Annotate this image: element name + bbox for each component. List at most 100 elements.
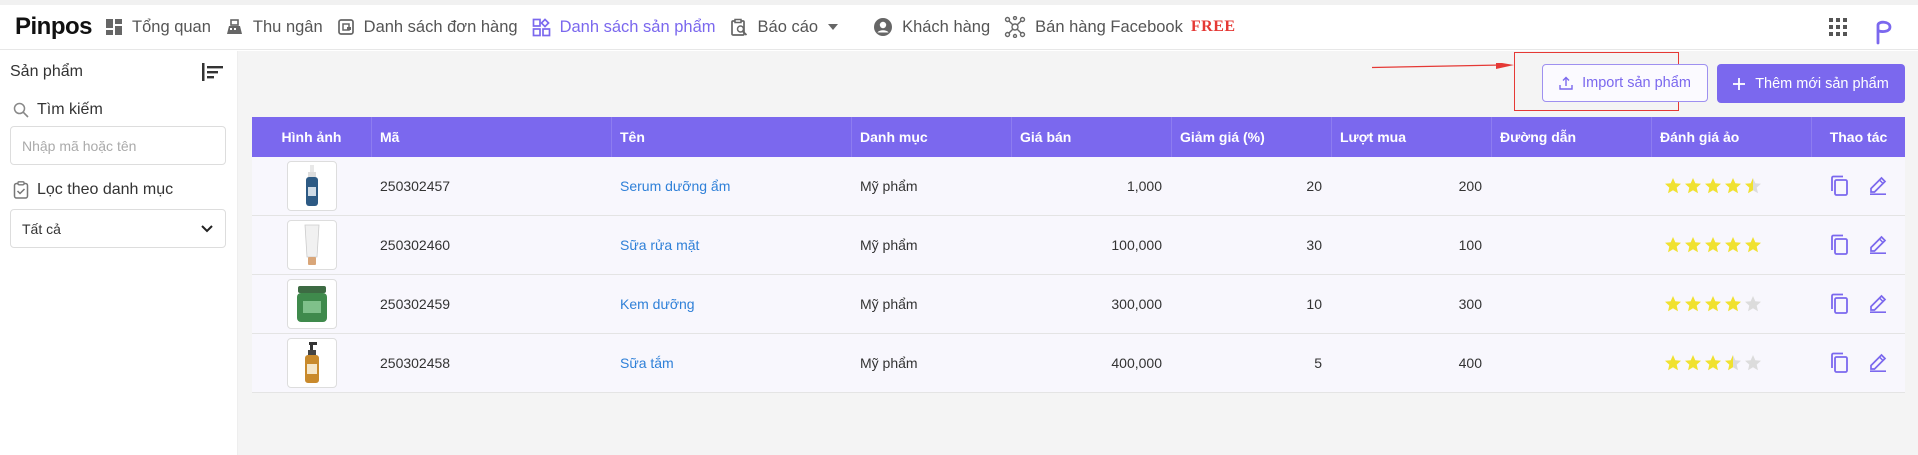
apps-grid-icon[interactable] <box>1829 18 1847 36</box>
edit-icon[interactable] <box>1868 293 1888 313</box>
top-navbar: Pinpos Tổng quan Thu ngân Danh sách đơn … <box>0 0 1918 50</box>
app-logo[interactable]: Pinpos <box>15 13 93 41</box>
nav-item-products[interactable]: Danh sách sản phẩm <box>532 18 716 37</box>
search-input[interactable] <box>10 126 226 165</box>
free-badge: FREE <box>1190 18 1236 35</box>
nav-label: Báo cáo <box>757 17 819 36</box>
product-thumbnail[interactable] <box>287 220 337 270</box>
report-icon <box>730 18 747 36</box>
products-icon <box>532 17 550 36</box>
column-header-link: Đường dẫn <box>1492 117 1652 157</box>
star-icon <box>1665 237 1681 253</box>
product-rating <box>1652 157 1812 215</box>
star-icon <box>1725 178 1741 194</box>
product-image-cell <box>252 334 372 392</box>
nav-label: Khách hàng <box>902 17 991 36</box>
product-link[interactable] <box>1492 216 1652 274</box>
star-icon <box>1745 178 1761 194</box>
product-rating <box>1652 275 1812 333</box>
column-header-code: Mã <box>372 117 612 157</box>
network-icon <box>1004 16 1026 38</box>
product-discount: 30 <box>1306 237 1322 253</box>
product-thumbnail[interactable] <box>287 279 337 329</box>
product-discount: 20 <box>1306 178 1322 194</box>
star-icon <box>1705 178 1721 194</box>
edit-icon[interactable] <box>1868 234 1888 254</box>
product-image-cell <box>252 157 372 215</box>
nav-item-cashier[interactable]: Thu ngân <box>225 18 323 37</box>
rating-stars[interactable] <box>1660 295 1764 313</box>
dashboard-icon <box>106 19 123 35</box>
copy-icon[interactable] <box>1829 175 1849 197</box>
cream-jar-image <box>297 286 327 322</box>
caret-down-icon <box>828 24 839 30</box>
customer-icon <box>874 18 893 36</box>
nav-item-dashboard[interactable]: Tổng quan <box>105 18 211 37</box>
product-purchases: 400 <box>1458 355 1482 371</box>
chevron-down-icon <box>201 224 213 232</box>
product-purchases: 100 <box>1458 237 1482 253</box>
copy-icon[interactable] <box>1829 293 1849 315</box>
edit-icon[interactable] <box>1868 352 1888 372</box>
product-category: Mỹ phẩm <box>860 237 918 253</box>
row-actions <box>1812 334 1905 392</box>
add-product-button[interactable]: Thêm mới sản phẩm <box>1717 64 1905 103</box>
copy-icon[interactable] <box>1829 234 1849 256</box>
table-row: 250302458 Sữa tắm Mỹ phẩm 400,000 5 400 <box>252 334 1905 393</box>
nav-item-orders[interactable]: Danh sách đơn hàng <box>337 18 518 37</box>
product-discount: 5 <box>1314 355 1322 371</box>
category-filter-label-text: Lọc theo danh mục <box>37 181 174 198</box>
search-label-text: Tìm kiếm <box>37 101 103 118</box>
rating-stars[interactable] <box>1660 236 1764 254</box>
product-name-link[interactable]: Sữa tắm <box>612 334 852 392</box>
star-icon <box>1665 355 1681 371</box>
product-name-link[interactable]: Sữa rửa mặt <box>612 216 852 274</box>
nav-label: Tổng quan <box>132 17 211 36</box>
star-icon <box>1725 237 1741 253</box>
product-link[interactable] <box>1492 157 1652 215</box>
product-price: 1,000 <box>1126 178 1162 194</box>
copy-icon[interactable] <box>1829 352 1849 374</box>
star-icon <box>1685 355 1701 371</box>
table-row: 250302457 Serum dưỡng ẩm Mỹ phẩm 1,000 2… <box>252 157 1905 216</box>
rating-stars[interactable] <box>1660 354 1764 372</box>
product-purchases: 200 <box>1458 178 1482 194</box>
product-code: 250302458 <box>380 355 451 371</box>
filter-sidebar: Sản phẩm Tìm kiếm Lọc theo danh mục Tất … <box>0 51 238 455</box>
category-filter-label: Lọc theo danh mục <box>13 181 173 199</box>
star-icon <box>1665 178 1681 194</box>
column-header-actions: Thao tác <box>1829 129 1888 145</box>
nav-label: Thu ngân <box>252 17 323 36</box>
product-name-link[interactable]: Serum dưỡng ẩm <box>612 157 852 215</box>
column-header-discount: Giảm giá (%) <box>1172 117 1332 157</box>
product-thumbnail[interactable] <box>287 161 337 211</box>
table-header: Hình ảnh Mã Tên Danh mục Giá bán Giảm gi… <box>252 117 1905 157</box>
profile-logo-icon[interactable] <box>1874 19 1894 45</box>
edit-icon[interactable] <box>1868 175 1888 195</box>
star-icon <box>1745 296 1761 312</box>
nav-item-customers[interactable]: Khách hàng <box>873 17 990 37</box>
add-product-label: Thêm mới sản phẩm <box>1755 75 1889 92</box>
import-products-button[interactable]: Import sản phẩm <box>1542 64 1708 102</box>
product-purchases: 300 <box>1458 296 1482 312</box>
product-image-cell <box>252 275 372 333</box>
nav-item-report[interactable]: Báo cáo <box>730 18 848 37</box>
star-icon <box>1705 355 1721 371</box>
star-icon <box>1725 355 1741 371</box>
rating-stars[interactable] <box>1660 177 1764 195</box>
product-name-link[interactable]: Kem dưỡng <box>612 275 852 333</box>
nav-label: Danh sách đơn hàng <box>363 17 518 36</box>
table-row: 250302460 Sữa rửa mặt Mỹ phẩm 100,000 30… <box>252 216 1905 275</box>
product-thumbnail[interactable] <box>287 338 337 388</box>
product-link[interactable] <box>1492 275 1652 333</box>
column-header-image: Hình ảnh <box>252 117 372 157</box>
serum-bottle-image <box>306 165 318 206</box>
column-header-name: Tên <box>612 117 852 157</box>
product-link[interactable] <box>1492 334 1652 392</box>
category-select[interactable]: Tất cả <box>10 209 226 248</box>
collapse-sidebar-icon[interactable] <box>202 63 224 81</box>
star-icon <box>1745 237 1761 253</box>
nav-item-facebook-sales[interactable]: Bán hàng Facebook FREE <box>1004 16 1235 38</box>
star-icon <box>1725 296 1741 312</box>
column-header-fake-rating: Đánh giá ảo <box>1652 117 1812 157</box>
